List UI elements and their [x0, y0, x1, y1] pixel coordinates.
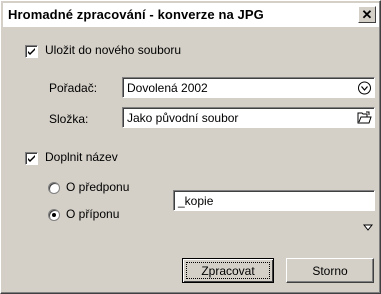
close-icon: ✕	[361, 7, 373, 22]
affix-input[interactable]: _kopie	[173, 190, 375, 211]
focus-ring	[186, 262, 270, 279]
append-name-checkbox[interactable]	[25, 152, 38, 165]
cancel-button[interactable]: Storno	[286, 258, 374, 283]
checkmark-icon	[28, 155, 35, 162]
folder-dropdown-button[interactable]	[356, 80, 372, 95]
cancel-button-label: Storno	[312, 263, 348, 278]
chevron-down-circle-icon	[357, 81, 371, 94]
suffix-radio-label: O příponu	[66, 207, 120, 221]
save-new-file-label: Uložit do nového souboru	[45, 43, 182, 57]
suffix-radio[interactable]	[48, 209, 60, 221]
affix-value: _kopie	[178, 194, 214, 208]
dialog-title: Hromadné zpracování - konverze na JPG	[8, 7, 264, 22]
browse-folder-button[interactable]	[356, 110, 372, 125]
title-bar[interactable]: Hromadné zpracování - konverze na JPG ✕	[3, 3, 379, 27]
dir-field[interactable]: Jako původní soubor	[122, 107, 375, 128]
process-button[interactable]: Zpracovat	[182, 258, 274, 283]
append-name-label: Doplnit název	[45, 150, 118, 164]
dir-value: Jako původní soubor	[127, 111, 239, 125]
save-new-file-checkbox[interactable]	[25, 45, 38, 58]
prefix-radio-label: O předponu	[66, 180, 130, 194]
folder-label: Pořadač:	[49, 81, 98, 95]
close-button[interactable]: ✕	[358, 6, 376, 23]
folder-value: Dovolená 2002	[127, 81, 208, 95]
expand-triangle-icon[interactable]	[363, 224, 373, 231]
folder-select[interactable]: Dovolená 2002	[122, 77, 375, 98]
dir-label: Složka:	[49, 112, 89, 126]
checkmark-icon	[28, 48, 35, 55]
prefix-radio[interactable]	[48, 182, 60, 194]
open-folder-icon	[357, 111, 372, 123]
conversion-dialog: Hromadné zpracování - konverze na JPG ✕ …	[0, 0, 381, 294]
radio-selected-dot	[52, 213, 56, 217]
